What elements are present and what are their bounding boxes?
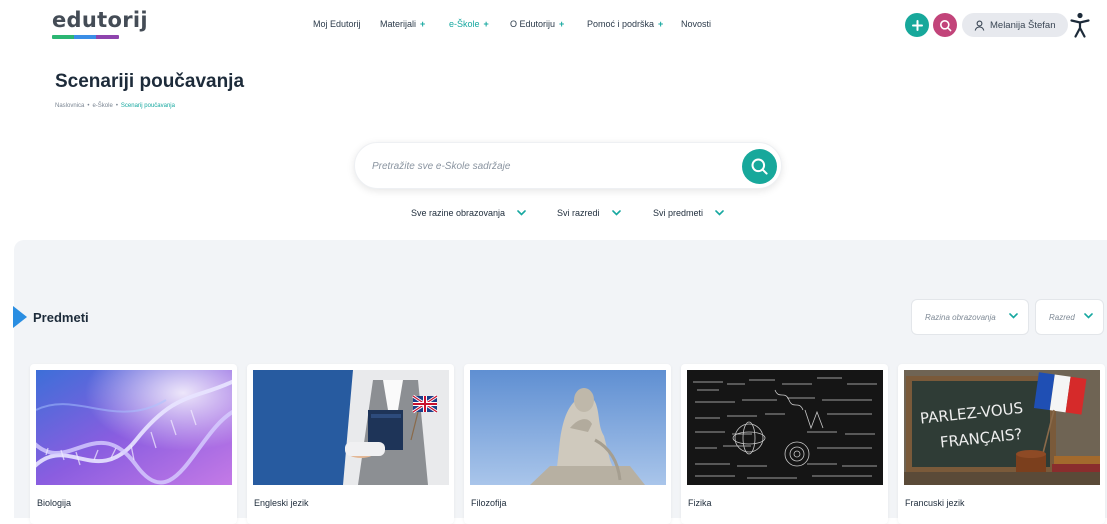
chevron-down-icon bbox=[517, 210, 526, 216]
section-marker bbox=[13, 306, 27, 328]
subject-card-filozofija[interactable]: Filozofija bbox=[464, 364, 671, 524]
header-search-button[interactable] bbox=[933, 13, 957, 37]
subject-card-fizika[interactable]: Fizika bbox=[681, 364, 888, 524]
nav-novosti[interactable]: Novosti bbox=[681, 19, 711, 29]
logo[interactable]: edutorij bbox=[52, 8, 148, 32]
search-icon bbox=[751, 158, 768, 175]
subject-card-francuski-jezik[interactable]: PARLEZ-VOUS FRANÇAIS? Francuski jezik bbox=[898, 364, 1105, 524]
breadcrumb-home[interactable]: Naslovnica bbox=[55, 103, 84, 109]
logo-underline bbox=[52, 35, 119, 39]
french-chalkboard-image: PARLEZ-VOUS FRANÇAIS? bbox=[904, 370, 1100, 485]
add-button[interactable] bbox=[905, 13, 929, 37]
user-name: Melanija Štefan bbox=[990, 19, 1056, 31]
filter-grade[interactable]: Svi razredi bbox=[557, 208, 621, 218]
nav-e-skole[interactable]: e-Škole + bbox=[449, 19, 489, 29]
philosophy-statue-image bbox=[470, 370, 666, 485]
chevron-down-icon bbox=[1084, 313, 1093, 319]
accessibility-icon[interactable] bbox=[1070, 12, 1090, 38]
user-menu-button[interactable]: Melanija Štefan bbox=[962, 13, 1068, 37]
site-header: edutorij Moj Edutorij Materijali + e-Škol… bbox=[0, 0, 1107, 52]
chevron-down-icon bbox=[1009, 313, 1018, 319]
search-submit-button[interactable] bbox=[742, 149, 777, 184]
breadcrumb-current: Scenarij poučavanja bbox=[120, 103, 175, 109]
nav-materijali[interactable]: Materijali + bbox=[380, 19, 425, 29]
select-grade[interactable]: Razred bbox=[1035, 299, 1104, 335]
nav-o-edutoriju[interactable]: O Edutoriju + bbox=[510, 19, 564, 29]
chevron-down-icon bbox=[715, 210, 724, 216]
search-bar bbox=[354, 142, 782, 189]
subject-name: Engleski jezik bbox=[254, 498, 309, 508]
select-education-level[interactable]: Razina obrazovanja bbox=[911, 299, 1029, 335]
nav-moj-edutorij[interactable]: Moj Edutorij bbox=[313, 19, 361, 29]
plus-icon bbox=[911, 19, 923, 31]
breadcrumb: Naslovnica • e-Škole • Scenarij poučavanja bbox=[55, 103, 175, 109]
subject-card-biologija[interactable]: Biologija bbox=[30, 364, 237, 524]
breadcrumb-e-skole[interactable]: e-Škole bbox=[92, 103, 112, 109]
nav-pomoc-i-podrska[interactable]: Pomoć i podrška + bbox=[587, 19, 663, 29]
section-title: Predmeti bbox=[33, 310, 89, 325]
filter-subject[interactable]: Svi predmeti bbox=[653, 208, 724, 218]
user-icon bbox=[974, 20, 985, 31]
subject-name: Francuski jezik bbox=[905, 498, 965, 508]
subject-name: Filozofija bbox=[471, 498, 507, 508]
biology-dna-image bbox=[36, 370, 232, 485]
page-title: Scenariji poučavanja bbox=[55, 71, 245, 92]
search-icon bbox=[939, 19, 951, 31]
search-input[interactable] bbox=[372, 156, 732, 176]
subject-card-engleski-jezik[interactable]: Engleski jezik bbox=[247, 364, 454, 524]
subject-name: Fizika bbox=[688, 498, 712, 508]
physics-blackboard-image bbox=[687, 370, 883, 485]
subject-name: Biologija bbox=[37, 498, 72, 508]
english-books-image bbox=[253, 370, 449, 485]
filter-education-level[interactable]: Sve razine obrazovanja bbox=[411, 208, 526, 218]
chevron-down-icon bbox=[611, 210, 621, 216]
